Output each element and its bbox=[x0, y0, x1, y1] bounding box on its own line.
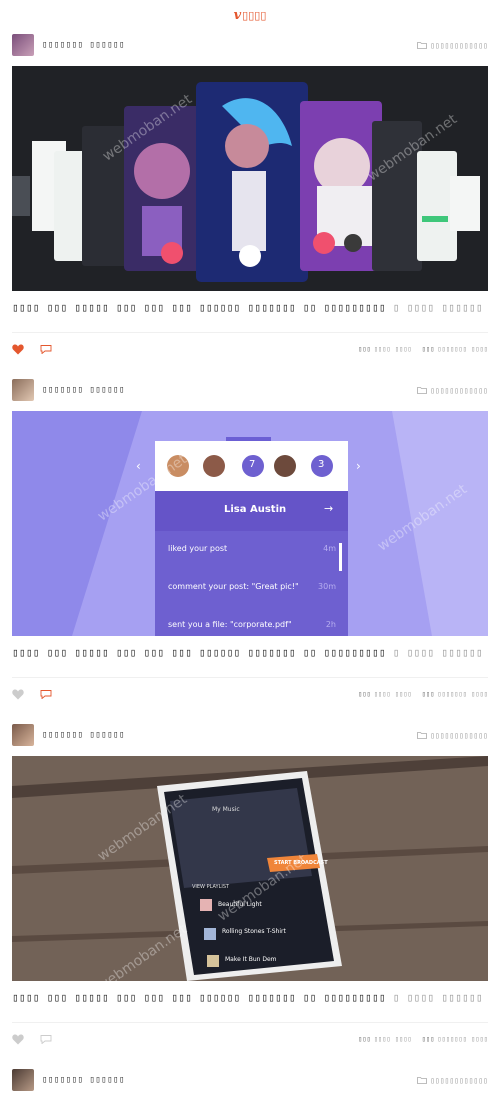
post-title-text: ▯▯▯▯ ▯▯▯ ▯▯▯▯▯ ▯▯▯ ▯▯▯ ▯▯▯ ▯▯▯▯▯▯ ▯▯▯▯▯▯… bbox=[12, 646, 386, 659]
badge-count: 3 bbox=[318, 459, 325, 470]
track-title[interactable]: Make It Bun Dem bbox=[225, 956, 277, 963]
post-image[interactable] bbox=[12, 66, 488, 291]
post-subtitle: ▯ ▯▯▯▯ ▯▯▯▯▯▯ bbox=[392, 301, 483, 314]
music-app-photo bbox=[12, 756, 488, 981]
avatar[interactable] bbox=[12, 379, 34, 401]
post-author[interactable]: ▯▯▯▯▯▯▯ ▯▯▯▯▯▯ bbox=[12, 724, 125, 746]
heart-icon[interactable] bbox=[12, 689, 24, 700]
post-meta-views: ▯▯▯ ▯▯▯▯ ▯▯▯▯ bbox=[358, 345, 412, 353]
post-meta-date: ▯▯▯ ▯▯▯▯▯▯▯ ▯▯▯▯ bbox=[421, 345, 488, 353]
app-title: My Music bbox=[212, 806, 240, 813]
post-category[interactable]: ▯▯▯▯▯▯▯▯▯▯▯▯ bbox=[417, 1076, 488, 1085]
post-card: ▯▯▯▯▯▯▯ ▯▯▯▯▯▯ ▯▯▯▯▯▯▯▯▯▯▯▯ bbox=[12, 1065, 488, 1095]
post-image[interactable]: My Music START BROADCAST VIEW PLAYLIST B… bbox=[12, 756, 488, 981]
chevron-left-icon[interactable]: ‹ bbox=[136, 459, 141, 473]
post-meta-views: ▯▯▯ ▯▯▯▯ ▯▯▯▯ bbox=[358, 690, 412, 698]
category-label: ▯▯▯▯▯▯▯▯▯▯▯▯ bbox=[430, 1075, 488, 1085]
post-card: ▯▯▯▯▯▯▯ ▯▯▯▯▯▯ ▯▯▯▯▯▯▯▯▯▯▯▯ 7 3 ‹ › Lisa… bbox=[12, 375, 488, 702]
folder-icon bbox=[417, 1077, 428, 1084]
comment-icon[interactable] bbox=[40, 689, 52, 699]
notification-item[interactable]: liked your post 4m bbox=[168, 544, 336, 582]
post-title[interactable]: ▯▯▯▯ ▯▯▯ ▯▯▯▯▯ ▯▯▯ ▯▯▯ ▯▯▯ ▯▯▯▯▯▯ ▯▯▯▯▯▯… bbox=[12, 301, 488, 314]
heart-icon[interactable] bbox=[12, 1034, 24, 1045]
post-card: ▯▯▯▯▯▯▯ ▯▯▯▯▯▯ ▯▯▯▯▯▯▯▯▯▯▯▯ My Music STA… bbox=[12, 720, 488, 1047]
comment-icon[interactable] bbox=[40, 344, 52, 354]
category-label: ▯▯▯▯▯▯▯▯▯▯▯▯ bbox=[430, 40, 488, 50]
post-category[interactable]: ▯▯▯▯▯▯▯▯▯▯▯▯ bbox=[417, 386, 488, 395]
profile-name: Lisa Austin bbox=[224, 504, 287, 515]
logo-mark: v bbox=[233, 7, 242, 23]
view-playlist-link[interactable]: VIEW PLAYLIST bbox=[192, 884, 229, 890]
post-card: ▯▯▯▯▯▯▯ ▯▯▯▯▯▯ ▯▯▯▯▯▯▯▯▯▯▯▯ bbox=[12, 30, 488, 357]
post-author[interactable]: ▯▯▯▯▯▯▯ ▯▯▯▯▯▯ bbox=[12, 1069, 125, 1091]
notification-item[interactable]: comment your post: "Great pic!" 30m bbox=[168, 582, 336, 620]
avatar[interactable] bbox=[12, 34, 34, 56]
post-category[interactable]: ▯▯▯▯▯▯▯▯▯▯▯▯ bbox=[417, 41, 488, 50]
folder-icon bbox=[417, 42, 428, 49]
post-subtitle: ▯ ▯▯▯▯ ▯▯▯▯▯▯ bbox=[392, 991, 483, 1004]
author-name[interactable]: ▯▯▯▯▯▯▯ ▯▯▯▯▯▯ bbox=[42, 385, 125, 395]
folder-icon bbox=[417, 732, 428, 739]
notification-list: liked your post 4m comment your post: "Gr… bbox=[168, 544, 336, 636]
post-category[interactable]: ▯▯▯▯▯▯▯▯▯▯▯▯ bbox=[417, 731, 488, 740]
arrow-right-icon[interactable]: → bbox=[324, 502, 333, 515]
site-logo[interactable]: v ▯▯▯▯ bbox=[0, 0, 500, 30]
chevron-right-icon[interactable]: › bbox=[356, 459, 361, 473]
author-name[interactable]: ▯▯▯▯▯▯▯ ▯▯▯▯▯▯ bbox=[42, 730, 125, 740]
heart-icon[interactable] bbox=[12, 344, 24, 355]
post-title-text: ▯▯▯▯ ▯▯▯ ▯▯▯▯▯ ▯▯▯ ▯▯▯ ▯▯▯ ▯▯▯▯▯▯ ▯▯▯▯▯▯… bbox=[12, 991, 386, 1004]
track-title[interactable]: Beautiful Light bbox=[218, 901, 262, 908]
avatar[interactable] bbox=[12, 724, 34, 746]
category-label: ▯▯▯▯▯▯▯▯▯▯▯▯ bbox=[430, 730, 488, 740]
post-meta-date: ▯▯▯ ▯▯▯▯▯▯▯ ▯▯▯▯ bbox=[421, 690, 488, 698]
notification-item[interactable]: sent you a file: "corporate.pdf" 2h bbox=[168, 620, 336, 636]
phones-showcase-image bbox=[12, 66, 488, 291]
author-name[interactable]: ▯▯▯▯▯▯▯ ▯▯▯▯▯▯ bbox=[42, 40, 125, 50]
post-title[interactable]: ▯▯▯▯ ▯▯▯ ▯▯▯▯▯ ▯▯▯ ▯▯▯ ▯▯▯ ▯▯▯▯▯▯ ▯▯▯▯▯▯… bbox=[12, 991, 488, 1004]
folder-icon bbox=[417, 387, 428, 394]
post-author[interactable]: ▯▯▯▯▯▯▯ ▯▯▯▯▯▯ bbox=[12, 379, 125, 401]
author-name[interactable]: ▯▯▯▯▯▯▯ ▯▯▯▯▯▯ bbox=[42, 1075, 125, 1085]
post-image[interactable]: 7 3 ‹ › Lisa Austin → liked your post 4m … bbox=[12, 411, 488, 636]
post-subtitle: ▯ ▯▯▯▯ ▯▯▯▯▯▯ bbox=[392, 646, 483, 659]
avatar[interactable] bbox=[12, 1069, 34, 1091]
track-title[interactable]: Rolling Stones T-Shirt bbox=[222, 928, 286, 935]
category-label: ▯▯▯▯▯▯▯▯▯▯▯▯ bbox=[430, 385, 488, 395]
comment-icon[interactable] bbox=[40, 1034, 52, 1044]
post-title[interactable]: ▯▯▯▯ ▯▯▯ ▯▯▯▯▯ ▯▯▯ ▯▯▯ ▯▯▯ ▯▯▯▯▯▯ ▯▯▯▯▯▯… bbox=[12, 646, 488, 659]
post-author[interactable]: ▯▯▯▯▯▯▯ ▯▯▯▯▯▯ bbox=[12, 34, 125, 56]
post-title-text: ▯▯▯▯ ▯▯▯ ▯▯▯▯▯ ▯▯▯ ▯▯▯ ▯▯▯ ▯▯▯▯▯▯ ▯▯▯▯▯▯… bbox=[12, 301, 386, 314]
start-broadcast-button[interactable]: START BROADCAST bbox=[274, 860, 328, 866]
post-meta-date: ▯▯▯ ▯▯▯▯▯▯▯ ▯▯▯▯ bbox=[421, 1035, 488, 1043]
post-meta-views: ▯▯▯ ▯▯▯▯ ▯▯▯▯ bbox=[358, 1035, 412, 1043]
logo-text: ▯▯▯▯ bbox=[242, 8, 267, 22]
badge-count: 7 bbox=[249, 459, 256, 470]
